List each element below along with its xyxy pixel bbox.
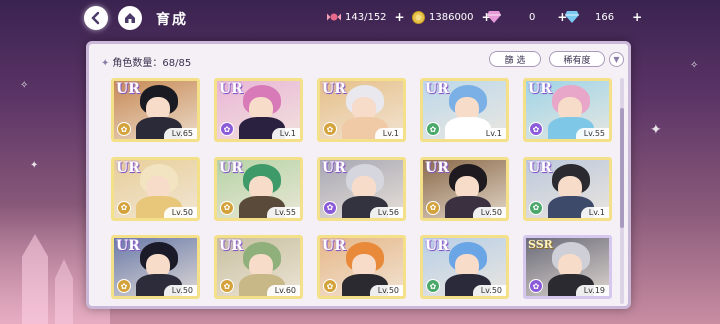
rarity-badge: SSR <box>528 238 553 252</box>
home-button[interactable] <box>118 6 142 30</box>
level-label: Lv.1 <box>374 128 403 139</box>
rarity-badge: UR <box>219 238 243 255</box>
rarity-badge: UR <box>322 159 346 176</box>
sparkle-icon: ✧ <box>690 60 699 71</box>
character-card[interactable]: UR ✿ Lv.50 <box>111 235 200 300</box>
level-label: Lv.55 <box>575 128 609 139</box>
sparkle-icon: ✧ <box>20 80 29 91</box>
add-candy-button[interactable]: + <box>395 10 405 24</box>
coin-icon <box>411 10 425 24</box>
resource-coin: 1386000 + <box>411 10 492 24</box>
level-label: Lv.55 <box>266 206 300 218</box>
rarity-badge: UR <box>219 81 243 97</box>
rarity-badge: UR <box>219 159 243 176</box>
character-card[interactable]: UR ✿ Lv.1 <box>214 78 303 142</box>
rarity-badge: UR <box>116 159 140 176</box>
sparkle-icon: ✦ <box>650 122 662 138</box>
level-label: Lv.50 <box>472 206 506 218</box>
rarity-badge: UR <box>322 238 346 255</box>
attribute-icon: ✿ <box>220 122 234 136</box>
character-card[interactable]: UR ✿ Lv.65 <box>111 78 200 142</box>
level-label: Lv.50 <box>472 285 506 297</box>
level-label: Lv.65 <box>163 128 197 139</box>
rarity-badge: UR <box>528 159 552 176</box>
pink-gem-value: 0 <box>529 11 536 23</box>
level-label: Lv.50 <box>163 206 197 218</box>
coin-value: 1386000 <box>429 11 474 23</box>
attribute-icon: ✿ <box>220 200 234 215</box>
top-bar: 育成 143/152 + 1386000 + 0 + 166 + <box>0 0 720 36</box>
character-grid: UR ✿ Lv.65 UR ✿ Lv.1 UR ✿ Lv.1 UR ✿ Lv.1 <box>111 78 616 304</box>
attribute-icon: ✿ <box>117 200 131 215</box>
attribute-icon: ✿ <box>529 122 543 136</box>
level-label: Lv.50 <box>369 285 403 297</box>
character-count-label: 角色数量：68/85 <box>112 58 192 69</box>
diamond-bullet-icon: ✦ <box>101 58 110 69</box>
character-card[interactable]: UR ✿ Lv.55 <box>523 78 612 142</box>
blue-gem-value: 166 <box>595 11 615 23</box>
level-label: Lv.1 <box>580 206 609 218</box>
character-card[interactable]: UR ✿ Lv.60 <box>214 235 303 300</box>
character-card[interactable]: SSR ✿ Lv.19 <box>523 235 612 300</box>
level-label: Lv.1 <box>271 128 300 139</box>
rarity-sort-button[interactable]: 稀有度 <box>549 51 605 67</box>
back-arrow-icon <box>91 11 100 25</box>
back-button[interactable] <box>84 6 108 30</box>
attribute-icon: ✿ <box>426 122 440 136</box>
sparkle-icon: ✦ <box>30 160 39 171</box>
filter-button[interactable]: 篩 选 <box>489 51 541 67</box>
level-label: Lv.1 <box>477 128 506 139</box>
chevron-down-icon: ▼ <box>613 55 620 64</box>
character-count: ✦ 角色数量：68/85 <box>101 54 191 69</box>
character-card[interactable]: UR ✿ Lv.56 <box>317 156 406 221</box>
level-label: Lv.56 <box>369 206 403 218</box>
rarity-badge: UR <box>322 81 346 97</box>
rarity-badge: UR <box>528 81 552 97</box>
resource-blue-gem: 166 + <box>565 10 642 24</box>
character-card[interactable]: UR ✿ Lv.1 <box>317 78 406 142</box>
resource-candy: 143/152 + <box>327 10 405 24</box>
character-card[interactable]: UR ✿ Lv.1 <box>523 156 612 221</box>
attribute-icon: ✿ <box>323 200 337 215</box>
character-card[interactable]: UR ✿ Lv.50 <box>111 156 200 221</box>
scrollbar[interactable] <box>620 78 624 304</box>
rarity-badge: UR <box>425 81 449 97</box>
level-label: Lv.19 <box>575 285 609 297</box>
character-card[interactable]: UR ✿ Lv.1 <box>420 78 509 142</box>
candy-value: 143/152 <box>345 11 387 23</box>
attribute-icon: ✿ <box>117 122 131 136</box>
character-card[interactable]: UR ✿ Lv.50 <box>420 235 509 300</box>
rarity-badge: UR <box>425 238 449 255</box>
blue-gem-icon <box>565 10 579 24</box>
page-title: 育成 <box>156 12 188 28</box>
character-card[interactable]: UR ✿ Lv.55 <box>214 156 303 221</box>
attribute-icon: ✿ <box>323 122 337 136</box>
rarity-badge: UR <box>116 81 140 97</box>
add-blue-gem-button[interactable]: + <box>632 10 642 24</box>
level-label: Lv.60 <box>266 285 300 297</box>
rarity-badge: UR <box>116 238 140 255</box>
character-card[interactable]: UR ✿ Lv.50 <box>420 156 509 221</box>
pink-gem-icon <box>487 10 501 24</box>
scrollbar-thumb[interactable] <box>620 108 624 228</box>
attribute-icon: ✿ <box>426 200 440 215</box>
attribute-icon: ✿ <box>529 200 543 215</box>
character-card[interactable]: UR ✿ Lv.50 <box>317 235 406 300</box>
level-label: Lv.50 <box>163 285 197 297</box>
home-icon <box>125 13 135 23</box>
character-list-panel: ✦ 角色数量：68/85 篩 选 稀有度 ▼ UR ✿ Lv.65 UR ✿ Lv… <box>86 41 631 309</box>
candy-icon <box>327 10 341 24</box>
resource-pink-gem: 0 + <box>487 10 567 24</box>
sort-dropdown-button[interactable]: ▼ <box>609 52 624 67</box>
rarity-badge: UR <box>425 159 449 176</box>
